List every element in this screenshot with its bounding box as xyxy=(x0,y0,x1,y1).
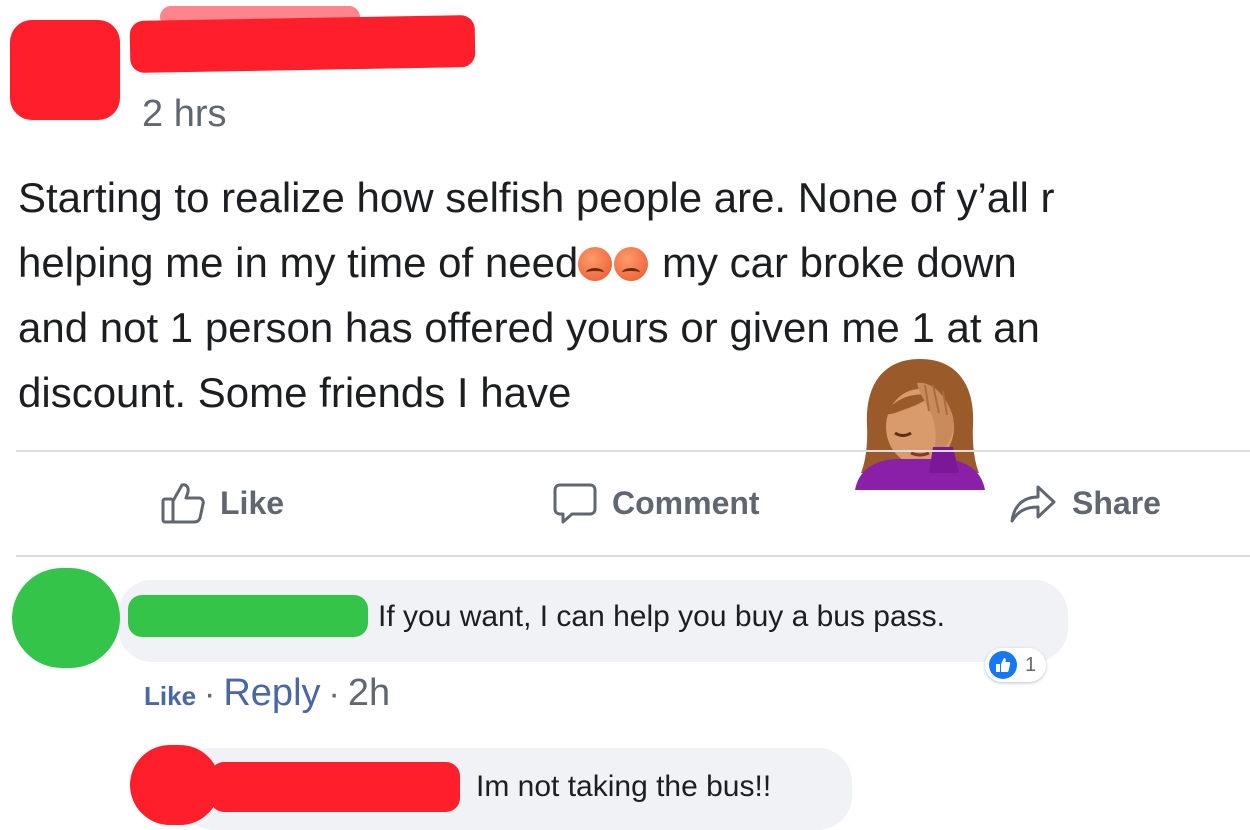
comment-text: If you want, I can help you buy a bus pa… xyxy=(378,600,946,633)
post-text-line: helping me in my time of need my car bro… xyxy=(18,230,1243,295)
comment-timestamp[interactable]: 2h xyxy=(348,672,390,715)
comment-like-link[interactable]: Like xyxy=(144,681,196,712)
comment-reply-link[interactable]: Reply xyxy=(223,672,320,715)
comment-actions: Like · Reply · 2h xyxy=(144,672,390,715)
reaction-count-label: 1 xyxy=(1025,653,1037,676)
post-author-avatar-redacted[interactable] xyxy=(10,20,120,120)
commenter-avatar-redacted[interactable] xyxy=(12,568,120,668)
commenter-avatar-redacted[interactable] xyxy=(130,745,220,825)
post-text-segment: helping me in my time of need xyxy=(18,239,579,286)
comment-reaction-count[interactable]: 1 xyxy=(985,648,1047,682)
comment-icon xyxy=(553,483,597,524)
post-text-line: Starting to realize how selfish people a… xyxy=(18,174,1055,221)
commenter-name-redacted[interactable] xyxy=(210,762,460,812)
angry-face-icon xyxy=(614,247,649,281)
share-arrow-icon xyxy=(1010,485,1056,523)
post-text-segment: my car broke down xyxy=(650,239,1017,286)
comment-button[interactable]: Comment xyxy=(552,478,760,528)
post-author-name-redacted[interactable] xyxy=(129,14,476,74)
thumbs-up-icon xyxy=(161,483,205,524)
post-text-line: and not 1 person has offered yours or gi… xyxy=(18,304,1040,351)
separator-dot: · xyxy=(328,675,340,713)
comment-button-label: Comment xyxy=(612,484,760,521)
post-text: Starting to realize how selfish people a… xyxy=(18,165,1243,425)
angry-face-icon xyxy=(578,247,613,281)
post-text-line: discount. Some friends I have xyxy=(18,369,572,416)
post-timestamp[interactable]: 2 hrs xyxy=(142,93,226,136)
separator-dot: · xyxy=(204,675,216,713)
commenter-name-redacted[interactable] xyxy=(128,595,368,637)
like-button-label: Like xyxy=(220,484,285,521)
like-button[interactable]: Like xyxy=(160,478,284,528)
share-button-label: Share xyxy=(1072,484,1161,521)
comment-text: Im not taking the bus!! xyxy=(476,770,772,803)
like-reaction-icon xyxy=(989,651,1017,679)
divider xyxy=(16,450,1250,452)
woman-facepalming-icon xyxy=(855,359,985,490)
divider xyxy=(16,555,1250,557)
share-button[interactable]: Share xyxy=(1008,478,1161,528)
